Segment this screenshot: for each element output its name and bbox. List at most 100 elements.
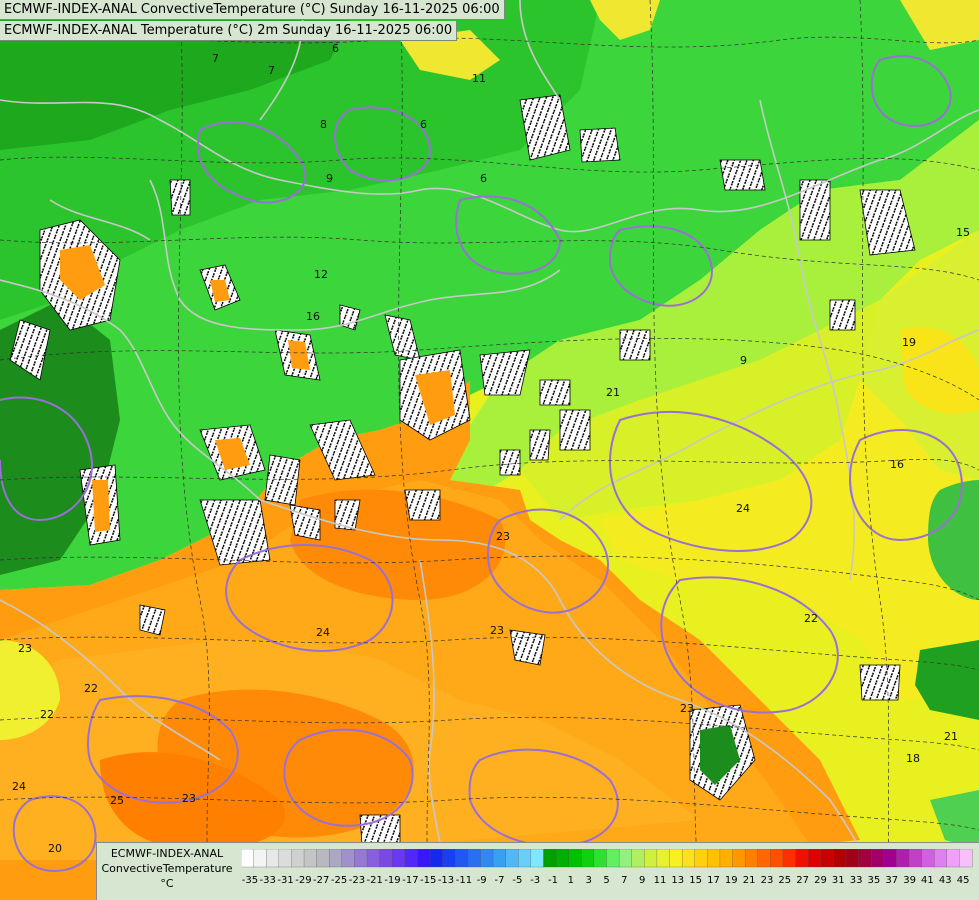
legend-swatch: [782, 849, 797, 868]
legend-swatch: [316, 849, 330, 868]
contour-label: 23: [496, 530, 510, 543]
contour-label: 18: [906, 752, 920, 765]
contour-label: 24: [316, 626, 330, 639]
contour-label: 24: [12, 780, 26, 793]
legend-swatch: [757, 849, 771, 868]
legend-tick-label: -23: [349, 875, 365, 886]
legend-tick-label: 31: [832, 875, 845, 886]
map-title-temperature: ECMWF-INDEX-ANAL Temperature (°C) 2m Sun…: [0, 21, 458, 41]
contour-label: 11: [472, 72, 486, 85]
color-legend: ECMWF-INDEX-ANAL ConvectiveTemperature °…: [96, 842, 979, 900]
legend-swatch: [581, 849, 595, 868]
legend-swatch: [934, 849, 948, 868]
legend-tick-label: 41: [921, 875, 934, 886]
legend-tick-label: -27: [313, 875, 329, 886]
legend-tick-label: 9: [639, 875, 645, 886]
contour-label: 15: [956, 226, 970, 239]
contour-label: 24: [736, 502, 750, 515]
contour-label: 9: [326, 172, 333, 185]
legend-tick-label: -29: [295, 875, 311, 886]
weather-map-view: 7 7 6 6 8 11 9 6 12 16 9 15 19 16 21 22 23 24 22 23 25 23 22 24…: [0, 0, 979, 900]
legend-tick-label: -35: [242, 875, 258, 886]
legend-swatch: [681, 849, 696, 868]
legend-tick-label: -31: [277, 875, 293, 886]
legend-swatch: [366, 849, 381, 868]
contour-label: 7: [212, 52, 219, 65]
legend-swatch: [467, 849, 481, 868]
legend-swatch: [858, 849, 872, 868]
legend-swatch: [631, 849, 645, 868]
legend-swatch: [379, 849, 393, 868]
contour-label: 6: [480, 172, 487, 185]
legend-color-bar: -35 -33 -31 -29 -27 -25 -23 -21 -19 -17 -15 -13 -11-…: [241, 849, 973, 886]
legend-tick-label: 13: [671, 875, 684, 886]
legend-variable-name: ConvectiveTemperature: [101, 862, 233, 875]
legend-tick-label: 25: [778, 875, 791, 886]
legend-tick-label: 33: [850, 875, 863, 886]
legend-swatch: [719, 849, 733, 868]
contour-label: 9: [740, 354, 747, 367]
legend-swatch: [442, 849, 456, 868]
legend-tick-label: 11: [654, 875, 667, 886]
legend-swatch: [669, 849, 683, 868]
legend-unit: °C: [160, 877, 174, 890]
legend-swatch: [871, 849, 885, 868]
contour-label: 7: [268, 64, 275, 77]
legend-tick-label: -21: [367, 875, 383, 886]
contour-label: 6: [332, 42, 339, 55]
legend-tick-label: 17: [707, 875, 720, 886]
legend-swatch: [492, 849, 507, 868]
legend-swatch: [694, 849, 708, 868]
contour-label: 25: [110, 794, 124, 807]
legend-swatch: [921, 849, 935, 868]
legend-tick-label: -9: [477, 875, 487, 886]
legend-swatch: [253, 849, 267, 868]
legend-swatch: [555, 849, 570, 868]
legend-label: ECMWF-INDEX-ANAL ConvectiveTemperature °…: [101, 846, 233, 891]
legend-tick-label: 37: [885, 875, 898, 886]
legend-swatch: [644, 849, 658, 868]
legend-model-name: ECMWF-INDEX-ANAL: [110, 847, 224, 860]
contour-label: 6: [420, 118, 427, 131]
legend-swatch: [593, 849, 607, 868]
legend-swatch: [883, 849, 897, 868]
legend-tick-label: 7: [621, 875, 627, 886]
legend-swatch: [518, 849, 532, 868]
legend-swatch: [820, 849, 834, 868]
legend-swatch: [417, 849, 431, 868]
legend-tick-label: 21: [743, 875, 756, 886]
legend-tick-label: -1: [548, 875, 558, 886]
legend-swatch: [278, 849, 292, 868]
legend-swatch: [266, 849, 280, 868]
legend-swatch: [770, 849, 784, 868]
legend-tick-label: -11: [456, 875, 472, 886]
legend-swatch: [606, 849, 620, 868]
contour-label: 22: [84, 682, 98, 695]
legend-swatch: [568, 849, 582, 868]
contour-label: 23: [18, 642, 32, 655]
legend-swatch: [341, 849, 355, 868]
legend-swatch: [354, 849, 368, 868]
legend-tick-label: -3: [530, 875, 540, 886]
legend-tick-label: 39: [903, 875, 916, 886]
legend-swatch: [455, 849, 469, 868]
contour-label: 23: [680, 702, 694, 715]
legend-swatch: [618, 849, 633, 868]
legend-tick-label: -33: [260, 875, 276, 886]
legend-swatch: [429, 849, 444, 868]
legend-tick-label: 15: [689, 875, 702, 886]
legend-tick-label: -5: [512, 875, 522, 886]
legend-tick-label: 5: [603, 875, 609, 886]
contour-label: 16: [890, 458, 904, 471]
legend-swatch: [543, 849, 557, 868]
contour-label: 16: [306, 310, 320, 323]
contour-label: 21: [944, 730, 958, 743]
contour-label: 20: [48, 842, 62, 855]
legend-swatch: [833, 849, 847, 868]
legend-tick-label: -7: [495, 875, 505, 886]
legend-tick-label: -25: [331, 875, 347, 886]
convective-temperature-map[interactable]: 77668119 61216915191621222324222325232224…: [0, 0, 979, 900]
legend-swatch: [530, 849, 544, 868]
legend-swatch: [404, 849, 418, 868]
legend-tick-label: 1: [568, 875, 574, 886]
